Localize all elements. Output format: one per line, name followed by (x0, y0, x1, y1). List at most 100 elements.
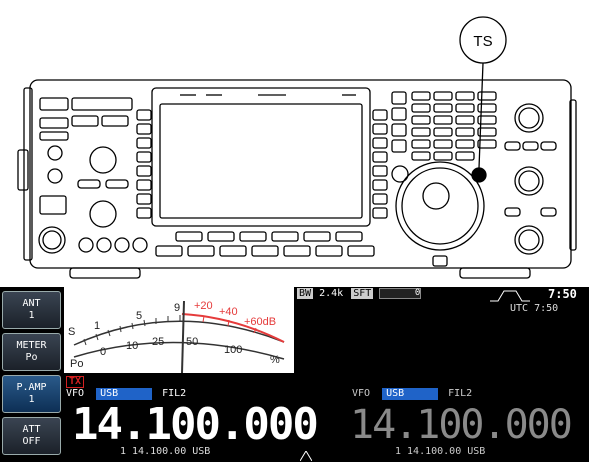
sub-vfo-header: VFO USB FIL2 (352, 388, 472, 400)
oval-right-3[interactable] (540, 141, 557, 151)
meter-plus60: +60dB (244, 316, 276, 328)
multi-button-1[interactable] (175, 231, 203, 242)
right-knob-bottom-inner (518, 229, 540, 251)
left-col-button-8[interactable] (136, 207, 152, 219)
multi-button-2[interactable] (207, 231, 235, 242)
round-button-4[interactable] (132, 237, 148, 253)
small-button-1[interactable] (71, 115, 99, 127)
left-col-button-1[interactable] (136, 109, 152, 121)
sub-memo-line: 1 14.100.00 USB (395, 446, 486, 457)
right-col-button-4[interactable] (372, 151, 388, 163)
foot-left (69, 267, 141, 279)
ts-button[interactable] (471, 167, 487, 183)
round-button-3[interactable] (114, 237, 130, 253)
radio-body (29, 79, 572, 269)
softkey-ant-label: ANT (22, 298, 41, 309)
lower-button-3[interactable] (219, 245, 247, 257)
softkey-meter[interactable]: METER Po (2, 333, 61, 371)
power-button[interactable] (39, 97, 69, 111)
right-col-button-8[interactable] (372, 207, 388, 219)
oval-right-4[interactable] (504, 207, 521, 217)
right-col-button-7[interactable] (372, 193, 388, 205)
side-bracket (17, 149, 29, 191)
oval-button-2[interactable] (105, 179, 129, 189)
transceiver-front-panel: TS (17, 16, 577, 279)
softkey-att-label: ATT (22, 424, 41, 435)
meter-percent: % (270, 354, 280, 366)
main-frequency[interactable]: 14.100.000 (72, 403, 319, 447)
multi-button-6[interactable] (335, 231, 363, 242)
right-knob-top-inner (518, 107, 540, 129)
sft-value: 0 (414, 288, 421, 298)
right-knob-middle-inner (518, 170, 540, 192)
multi-button-5[interactable] (303, 231, 331, 242)
small-button-2[interactable] (101, 115, 129, 127)
right-col-button-2[interactable] (372, 123, 388, 135)
multi-button-4[interactable] (271, 231, 299, 242)
lower-button-7[interactable] (347, 245, 375, 257)
sft-label: SFT (351, 288, 374, 299)
lower-button-1[interactable] (155, 245, 183, 257)
card-slot (39, 195, 67, 215)
meter-po-label: Po (70, 358, 83, 370)
sft-field: 0 (379, 288, 422, 299)
softkey-pamp-value: 1 (28, 394, 35, 405)
lower-button-5[interactable] (283, 245, 311, 257)
af-rf-knob[interactable] (89, 146, 117, 174)
round-button-2[interactable] (96, 237, 112, 253)
sub-vfo-label: VFO (352, 388, 371, 399)
softkey-att-value: OFF (22, 436, 41, 447)
oval-right-5[interactable] (540, 207, 557, 217)
top-panel-slot (71, 97, 133, 111)
bw-label: BW (297, 288, 314, 299)
oval-button-1[interactable] (77, 179, 101, 189)
softkey-pamp[interactable]: P.AMP 1 (2, 375, 61, 413)
meter-s1: 1 (94, 320, 100, 332)
mic-gain-knob[interactable] (89, 200, 117, 228)
main-dial-finger-dimple (422, 182, 450, 210)
meter-po-0: 0 (100, 346, 106, 358)
meter-plus20: +20 (194, 300, 213, 312)
bw-value: 2.4k (319, 288, 344, 299)
right-col-button-5[interactable] (372, 165, 388, 177)
meter-s-label: S (68, 326, 75, 338)
right-col-button-3[interactable] (372, 137, 388, 149)
softkey-meter-label: METER (16, 340, 47, 351)
main-memo-line: 1 14.100.00 USB (120, 446, 211, 457)
phones-jack (47, 145, 63, 161)
rit-knob[interactable] (391, 165, 409, 183)
clock-utc: UTC 7:50 (510, 303, 559, 314)
lower-button-2[interactable] (187, 245, 215, 257)
mic-connector-inner (42, 230, 62, 250)
left-col-button-7[interactable] (136, 193, 152, 205)
display-screen (159, 103, 363, 219)
meter-po-25: 25 (152, 336, 164, 348)
softkey-meter-value: Po (25, 352, 38, 363)
left-col-button-6[interactable] (136, 179, 152, 191)
left-col-button-4[interactable] (136, 151, 152, 163)
sub-frequency[interactable]: 14.100.000 (350, 403, 573, 447)
main-vfo-label: VFO (66, 388, 85, 399)
transmit-button[interactable] (39, 117, 69, 129)
small-button-3[interactable] (39, 131, 69, 141)
meter-po-50: 50 (186, 336, 198, 348)
left-col-button-5[interactable] (136, 165, 152, 177)
round-button-1[interactable] (78, 237, 94, 253)
clock-local: 7:50 (548, 287, 577, 301)
multi-button-3[interactable] (239, 231, 267, 242)
left-col-button-3[interactable] (136, 137, 152, 149)
softkey-ant[interactable]: ANT 1 (2, 291, 61, 329)
lower-button-6[interactable] (315, 245, 343, 257)
softkey-att[interactable]: ATT OFF (2, 417, 61, 455)
main-dial-outer[interactable] (395, 161, 485, 251)
right-col-button-1[interactable] (372, 109, 388, 121)
meter-po-10: 10 (126, 340, 138, 352)
lower-button-4[interactable] (251, 245, 279, 257)
s-meter: S 1 5 9 Po 0 10 25 50 100 % +20 +40 +60d… (64, 287, 294, 373)
oval-right-2[interactable] (522, 141, 539, 151)
right-col-button-6[interactable] (372, 179, 388, 191)
oval-right-1[interactable] (504, 141, 521, 151)
left-col-button-2[interactable] (136, 123, 152, 135)
dial-lock (432, 255, 448, 267)
display-bezel (151, 87, 371, 227)
